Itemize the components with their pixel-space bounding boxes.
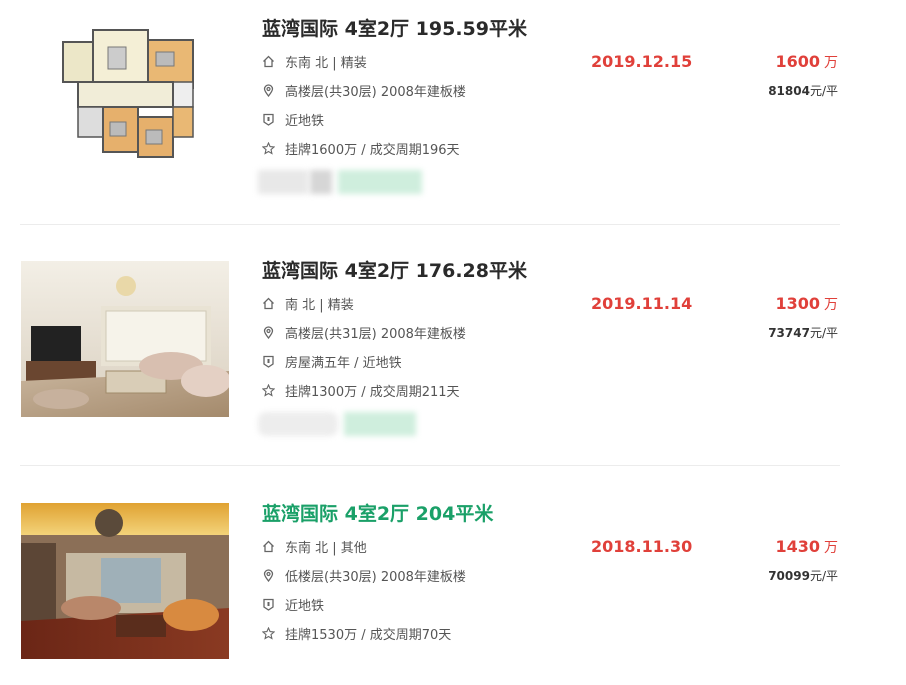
floor-row: 高楼层(共31层) 2008年建板楼: [262, 323, 466, 342]
living-room-image: [21, 503, 229, 659]
total-price: 1430 万: [775, 537, 838, 557]
unit-price: 70099元/平: [768, 567, 838, 584]
listing-item[interactable]: 蓝湾国际 4室2厅 195.59平米 东南 北 | 精装 高楼层(共30层) 2…: [20, 0, 840, 242]
unit-price-suffix: 元/平: [809, 569, 838, 583]
total-price-value: 1430: [775, 537, 820, 556]
unit-price-suffix: 元/平: [809, 326, 838, 340]
tag-row: 近地铁: [262, 595, 324, 614]
location-icon: [262, 326, 275, 339]
unit-price-value: 73747: [768, 326, 810, 340]
shield-icon: [262, 598, 275, 611]
listing-item[interactable]: 蓝湾国际 4室2厅 204平米 东南 北 | 其他 低楼层(共30层) 2008…: [20, 485, 840, 685]
floor-row: 高楼层(共30层) 2008年建板楼: [262, 81, 466, 100]
shield-icon: [262, 113, 275, 126]
tag-text: 近地铁: [285, 114, 325, 129]
listing-item[interactable]: 蓝湾国际 4室2厅 176.28平米 南 北 | 精装 高楼层(共31层) 20…: [20, 242, 840, 484]
house-icon: [262, 55, 275, 68]
blurred-tags: [258, 412, 438, 438]
tag-text: 房屋满五年 / 近地铁: [285, 356, 402, 371]
tag-row: 近地铁: [262, 110, 324, 129]
listing-thumbnail[interactable]: [48, 22, 208, 172]
deal-date: 2019.12.15: [591, 52, 693, 71]
floor-text: 高楼层(共30层) 2008年建板楼: [285, 85, 466, 100]
unit-price-value: 70099: [768, 569, 810, 583]
listing-info-row: 挂牌1300万 / 成交周期211天: [262, 381, 460, 400]
floor-plan-image: [48, 22, 208, 172]
deal-date: 2018.11.30: [591, 537, 693, 556]
living-room-image: [21, 261, 229, 417]
orientation-row: 东南 北 | 精装: [262, 52, 367, 71]
tag-text: 近地铁: [285, 599, 325, 614]
star-icon: [262, 627, 275, 640]
blurred-tags: [258, 170, 438, 196]
total-price: 1300 万: [775, 294, 838, 314]
listing-info-row: 挂牌1530万 / 成交周期70天: [262, 624, 451, 643]
star-icon: [262, 384, 275, 397]
floor-text: 高楼层(共31层) 2008年建板楼: [285, 327, 466, 342]
location-icon: [262, 84, 275, 97]
floor-row: 低楼层(共30层) 2008年建板楼: [262, 566, 466, 585]
listing-title[interactable]: 蓝湾国际 4室2厅 195.59平米: [262, 14, 527, 41]
listing-info-text: 挂牌1530万 / 成交周期70天: [285, 628, 452, 643]
house-icon: [262, 540, 275, 553]
orientation-row: 东南 北 | 其他: [262, 537, 367, 556]
floor-text: 低楼层(共30层) 2008年建板楼: [285, 570, 466, 585]
total-price-value: 1300: [775, 294, 820, 313]
listing-info-text: 挂牌1600万 / 成交周期196天: [285, 143, 460, 158]
orientation-row: 南 北 | 精装: [262, 294, 354, 313]
location-icon: [262, 569, 275, 582]
unit-price: 81804元/平: [768, 82, 838, 99]
price-unit: 万: [824, 297, 838, 313]
listing-thumbnail[interactable]: [21, 503, 229, 659]
house-icon: [262, 297, 275, 310]
unit-price-value: 81804: [768, 84, 810, 98]
orientation-text: 东南 北 | 精装: [285, 56, 367, 71]
star-icon: [262, 142, 275, 155]
listing-info-row: 挂牌1600万 / 成交周期196天: [262, 139, 460, 158]
price-unit: 万: [824, 540, 838, 556]
total-price-value: 1600: [775, 52, 820, 71]
orientation-text: 南 北 | 精装: [285, 298, 354, 313]
listing-info-text: 挂牌1300万 / 成交周期211天: [285, 385, 460, 400]
unit-price-suffix: 元/平: [809, 84, 838, 98]
listing-thumbnail[interactable]: [21, 261, 229, 417]
divider: [20, 465, 840, 466]
divider: [20, 224, 840, 225]
price-unit: 万: [824, 55, 838, 71]
orientation-text: 东南 北 | 其他: [285, 541, 367, 556]
unit-price: 73747元/平: [768, 324, 838, 341]
deal-date: 2019.11.14: [591, 294, 693, 313]
listing-title[interactable]: 蓝湾国际 4室2厅 176.28平米: [262, 256, 527, 283]
total-price: 1600 万: [775, 52, 838, 72]
tag-row: 房屋满五年 / 近地铁: [262, 352, 402, 371]
listing-title[interactable]: 蓝湾国际 4室2厅 204平米: [262, 499, 493, 526]
shield-icon: [262, 355, 275, 368]
